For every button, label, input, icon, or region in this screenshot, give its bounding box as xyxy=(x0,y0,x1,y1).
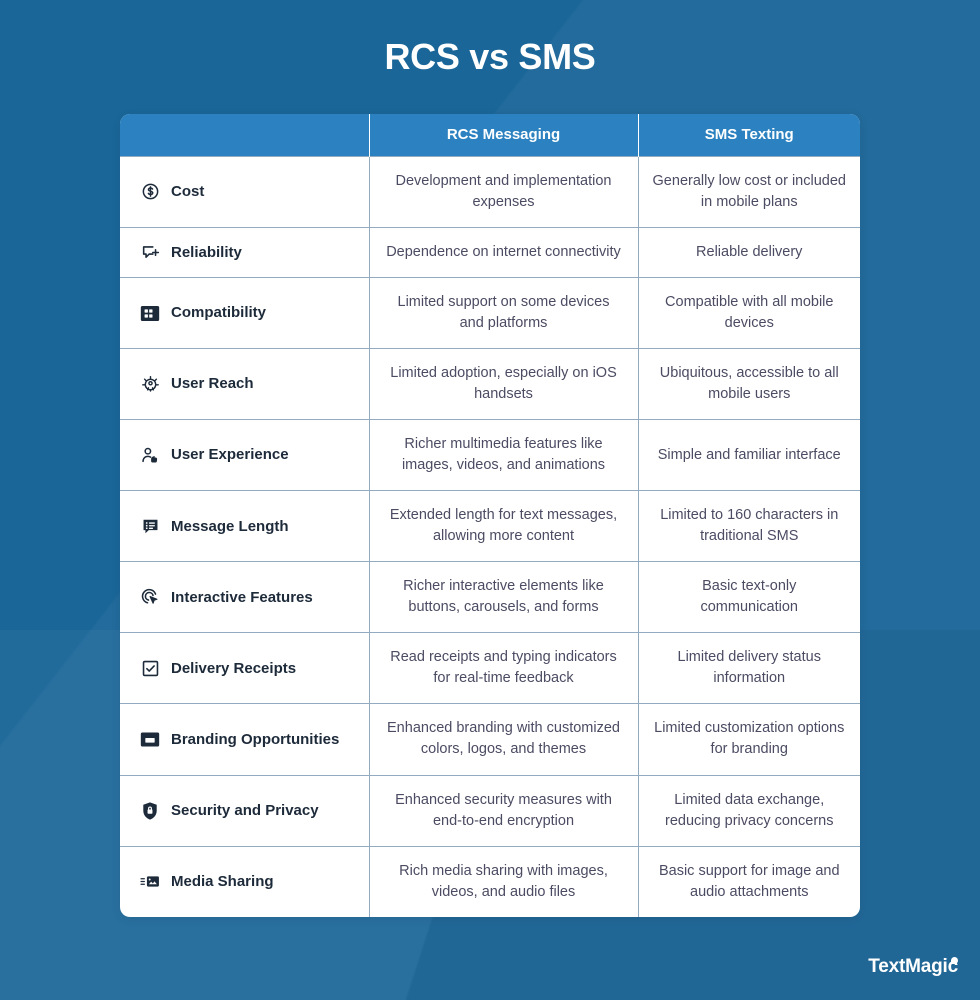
branding-image-icon xyxy=(140,729,160,749)
table-row: User Reach Limited adoption, especially o… xyxy=(120,348,860,420)
feature-cell: Delivery Receipts xyxy=(120,632,370,704)
table-row: Security and Privacy Enhanced security me… xyxy=(120,774,860,847)
rcs-cell: Read receipts and typing indicators for … xyxy=(369,632,639,704)
rcs-cell: Rich media sharing with images, videos, … xyxy=(369,845,639,917)
rcs-cell: Limited adoption, especially on iOS hand… xyxy=(369,348,639,420)
sms-cell: Reliable delivery xyxy=(638,226,860,278)
feature-cell: User Experience xyxy=(120,419,370,491)
feature-cell: Message Length xyxy=(120,490,370,562)
feature-label: Security and Privacy xyxy=(171,801,319,819)
feature-label: User Reach xyxy=(171,375,254,393)
sms-cell: Limited to 160 characters in traditional… xyxy=(638,490,860,562)
sms-cell: Limited delivery status information xyxy=(638,632,860,704)
media-sharing-icon xyxy=(140,872,160,892)
table-row: Media Sharing Rich media sharing with ima… xyxy=(120,845,860,917)
rcs-cell: Extended length for text messages, allow… xyxy=(369,490,639,562)
feature-label: Reliability xyxy=(171,243,242,261)
feature-cell: User Reach xyxy=(120,348,370,420)
sms-cell: Generally low cost or included in mobile… xyxy=(638,155,860,228)
user-reach-icon xyxy=(140,374,160,394)
feature-label: Message Length xyxy=(171,517,289,535)
table-body: Cost Development and implementation expen… xyxy=(120,155,860,917)
sms-cell: Limited customization options for brandi… xyxy=(638,703,860,775)
feature-cell: Interactive Features xyxy=(120,561,370,633)
table-header: RCS Messaging SMS Texting xyxy=(120,114,860,156)
rcs-cell: Development and implementation expenses xyxy=(369,155,639,228)
feature-cell: Media Sharing xyxy=(120,845,370,917)
textmagic-logo: TextMagic xyxy=(868,956,958,978)
feature-cell: Compatibility xyxy=(120,277,370,349)
table-row: Message Length Extended length for text m… xyxy=(120,490,860,562)
table-row: Interactive Features Richer interactive e… xyxy=(120,561,860,633)
sms-cell: Basic text-only communication xyxy=(638,561,860,633)
feature-label: Compatibility xyxy=(171,304,267,322)
feature-cell: Branding Opportunities xyxy=(120,703,370,775)
feature-label: Media Sharing xyxy=(171,872,274,890)
grid-apps-icon xyxy=(140,303,160,323)
user-thumbs-up-icon xyxy=(140,445,160,465)
table-header-row: RCS Messaging SMS Texting xyxy=(120,114,860,156)
feature-label: Delivery Receipts xyxy=(171,659,297,677)
comparison-table: RCS Messaging SMS Texting Cost Developmen… xyxy=(120,114,860,917)
message-plus-icon xyxy=(140,242,160,262)
cursor-click-icon xyxy=(140,587,160,607)
comparison-table-container: RCS Messaging SMS Texting Cost Developmen… xyxy=(120,114,860,917)
table-row: Branding Opportunities Enhanced branding … xyxy=(120,703,860,775)
dollar-circle-icon xyxy=(140,182,160,202)
feature-cell: Reliability xyxy=(120,226,370,278)
rcs-cell: Enhanced branding with customized colors… xyxy=(369,703,639,775)
message-list-icon xyxy=(140,516,160,536)
sms-cell: Basic support for image and audio attach… xyxy=(638,845,860,917)
feature-label: Branding Opportunities xyxy=(171,730,340,748)
feature-label: Interactive Features xyxy=(171,588,313,606)
sms-cell: Ubiquitous, accessible to all mobile use… xyxy=(638,348,860,420)
rcs-cell: Richer multimedia features like images, … xyxy=(369,419,639,491)
feature-label: Cost xyxy=(171,182,205,200)
feature-cell: Cost xyxy=(120,155,370,228)
sms-cell: Limited data exchange, reducing privacy … xyxy=(638,774,860,847)
checkbox-checked-icon xyxy=(140,658,160,678)
column-header-sms: SMS Texting xyxy=(638,114,860,156)
feature-cell: Security and Privacy xyxy=(120,774,370,847)
table-row: User Experience Richer multimedia feature… xyxy=(120,419,860,491)
rcs-cell: Richer interactive elements like buttons… xyxy=(369,561,639,633)
page-title: RCS vs SMS xyxy=(384,36,596,77)
table-row: Cost Development and implementation expen… xyxy=(120,155,860,228)
sms-cell: Compatible with all mobile devices xyxy=(638,277,860,349)
table-row: Compatibility Limited support on some dev… xyxy=(120,277,860,349)
brand-name: TextMagic xyxy=(868,956,958,977)
feature-label: User Experience xyxy=(171,446,289,464)
column-header-rcs: RCS Messaging xyxy=(369,114,639,156)
shield-lock-icon xyxy=(140,801,160,821)
table-row: Reliability Dependence on internet connec… xyxy=(120,226,860,278)
sms-cell: Simple and familiar interface xyxy=(638,419,860,491)
rcs-cell: Dependence on internet connectivity xyxy=(369,226,639,278)
rcs-cell: Limited support on some devices and plat… xyxy=(369,277,639,349)
rcs-cell: Enhanced security measures with end-to-e… xyxy=(369,774,639,847)
table-row: Delivery Receipts Read receipts and typin… xyxy=(120,632,860,704)
column-header-feature xyxy=(120,114,370,156)
